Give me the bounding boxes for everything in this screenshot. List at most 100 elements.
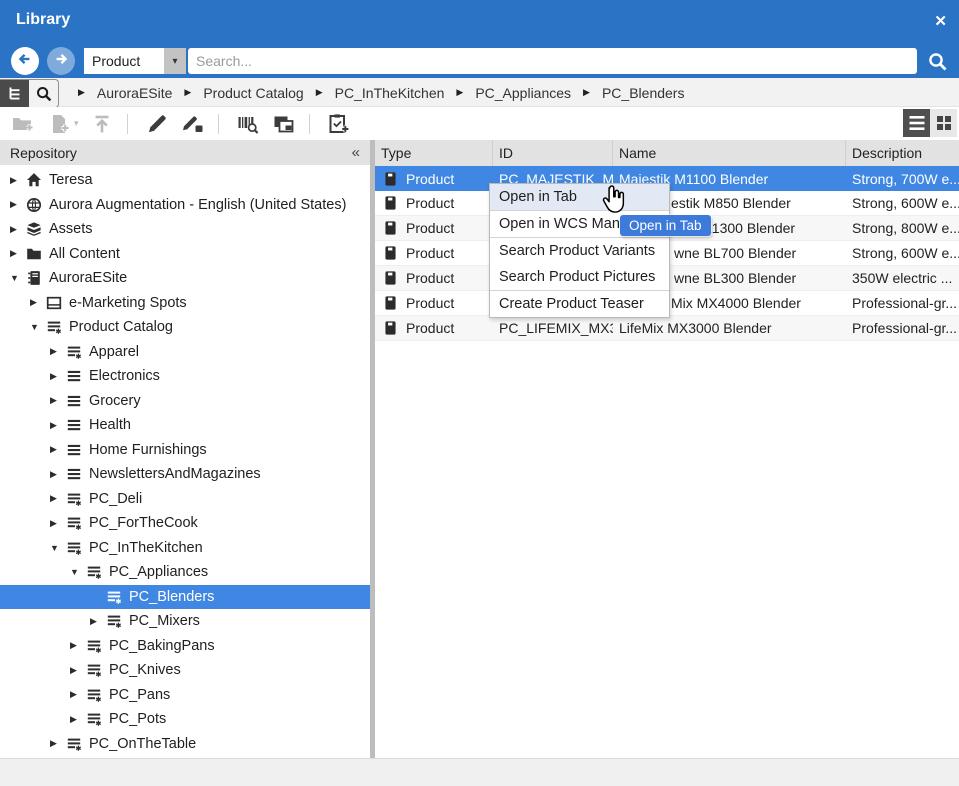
repository-panel-header: Repository « bbox=[0, 140, 370, 165]
expand-arrow-icon[interactable]: ▶ bbox=[50, 444, 66, 455]
expand-arrow-icon[interactable]: ▶ bbox=[50, 371, 66, 382]
edit-icon[interactable] bbox=[144, 112, 170, 136]
search-input[interactable] bbox=[188, 48, 917, 74]
tree-item-product-catalog[interactable]: ▼Product Catalog bbox=[0, 315, 370, 340]
tree-item-home-furnishings[interactable]: ▶Home Furnishings bbox=[0, 438, 370, 463]
expand-arrow-icon[interactable]: ▶ bbox=[10, 175, 26, 186]
tree-item-e-marketing-spots[interactable]: ▶e-Marketing Spots bbox=[0, 291, 370, 316]
expand-arrow-icon[interactable]: ▶ bbox=[10, 224, 26, 235]
catalog-icon bbox=[66, 466, 83, 482]
new-item-icon[interactable] bbox=[46, 112, 72, 136]
breadcrumb-item-product-catalog[interactable]: Product Catalog bbox=[203, 85, 303, 101]
expand-arrow-icon[interactable]: ▶ bbox=[50, 420, 66, 431]
expand-arrow-icon[interactable]: ▶ bbox=[70, 714, 86, 725]
copy-to-clipboard-icon[interactable] bbox=[271, 112, 297, 136]
library-window: Library ✕ Product ▾ ▶AuroraESite▶Product… bbox=[0, 0, 959, 786]
back-button[interactable] bbox=[11, 47, 39, 75]
tree-item-pc-knives[interactable]: ▶PC_Knives bbox=[0, 658, 370, 683]
type-filter-dropdown[interactable]: Product ▾ bbox=[84, 48, 186, 74]
tree-item-electronics[interactable]: ▶Electronics bbox=[0, 364, 370, 389]
breadcrumb-arrow-icon: ▶ bbox=[78, 87, 85, 98]
catalog-icon bbox=[66, 417, 83, 433]
description-cell: Strong, 800W e... bbox=[846, 220, 959, 236]
breadcrumb-item-auroraesite[interactable]: AuroraESite bbox=[97, 85, 172, 101]
tree-item-pc-pans[interactable]: ▶PC_Pans bbox=[0, 683, 370, 708]
close-icon[interactable]: ✕ bbox=[934, 12, 947, 30]
expand-arrow-icon[interactable]: ▶ bbox=[70, 640, 86, 651]
back-arrow-icon bbox=[16, 50, 34, 73]
tree-item-health[interactable]: ▶Health bbox=[0, 413, 370, 438]
expand-arrow-icon[interactable]: ▶ bbox=[50, 738, 66, 749]
tree-item-all-content[interactable]: ▶All Content bbox=[0, 242, 370, 267]
tree-item-pc-deli[interactable]: ▶PC_Deli bbox=[0, 487, 370, 512]
catalog-star-icon bbox=[66, 491, 83, 507]
expand-arrow-icon[interactable]: ▶ bbox=[50, 395, 66, 406]
tree-item-pc-bakingpans[interactable]: ▶PC_BakingPans bbox=[0, 634, 370, 659]
expand-arrow-icon[interactable]: ▶ bbox=[50, 518, 66, 529]
grid-view-button[interactable] bbox=[930, 109, 957, 137]
expand-arrow-icon[interactable]: ▶ bbox=[10, 248, 26, 259]
tree-view-button[interactable] bbox=[0, 80, 29, 107]
description-cell: 350W electric ... bbox=[846, 270, 959, 286]
expand-arrow-icon[interactable]: ▶ bbox=[30, 297, 46, 308]
breadcrumb-arrow-icon: ▶ bbox=[456, 87, 463, 98]
forward-button[interactable] bbox=[47, 47, 75, 75]
tree-item-grocery[interactable]: ▶Grocery bbox=[0, 389, 370, 414]
menu-item-search-product-pictures[interactable]: Search Product Pictures bbox=[490, 264, 669, 290]
tree-item-aurora-augmentation-english-united-states[interactable]: ▶Aurora Augmentation - English (United S… bbox=[0, 193, 370, 218]
expand-arrow-icon[interactable]: ▶ bbox=[50, 346, 66, 357]
tree-item-pc-forthecook[interactable]: ▶PC_ForTheCook bbox=[0, 511, 370, 536]
edit-attributes-icon[interactable] bbox=[180, 112, 206, 136]
expand-arrow-icon[interactable]: ▶ bbox=[50, 469, 66, 480]
collapse-arrow-icon[interactable]: ▼ bbox=[10, 273, 26, 283]
new-item-caret-icon[interactable]: ▾ bbox=[74, 118, 79, 129]
tree-item-teresa[interactable]: ▶Teresa bbox=[0, 168, 370, 193]
expand-arrow-icon[interactable]: ▶ bbox=[90, 616, 106, 627]
table-row-lifemix-mx3000-blender[interactable]: ProductPC_LIFEMIX_MX3...LifeMix MX3000 B… bbox=[375, 316, 959, 341]
breadcrumb-item-pc-blenders[interactable]: PC_Blenders bbox=[602, 85, 685, 101]
new-task-icon[interactable] bbox=[326, 112, 352, 136]
tree-item-pc-appliances[interactable]: ▼PC_Appliances bbox=[0, 560, 370, 585]
catalog-star-icon bbox=[106, 613, 123, 629]
chevron-down-icon[interactable]: ▾ bbox=[164, 48, 186, 74]
breadcrumb-item-pc-appliances[interactable]: PC_Appliances bbox=[475, 85, 571, 101]
context-menu: Open in TabOpen in WCS ManagSearch Produ… bbox=[489, 183, 670, 318]
type-cell: Product bbox=[375, 195, 493, 211]
column-header-name[interactable]: Name bbox=[613, 140, 846, 166]
search-icon[interactable] bbox=[926, 50, 950, 74]
tree-item-newslettersandmagazines[interactable]: ▶NewslettersAndMagazines bbox=[0, 462, 370, 487]
collapse-arrow-icon[interactable]: ▼ bbox=[70, 567, 86, 577]
breadcrumb-item-pc-inthekitchen[interactable]: PC_InTheKitchen bbox=[335, 85, 445, 101]
menu-item-open-in-tab[interactable]: Open in Tab bbox=[490, 184, 669, 210]
new-folder-icon[interactable] bbox=[10, 112, 36, 136]
column-header-type[interactable]: Type bbox=[375, 140, 493, 166]
tree-item-pc-pots[interactable]: ▶PC_Pots bbox=[0, 707, 370, 732]
tree-item-assets[interactable]: ▶Assets bbox=[0, 217, 370, 242]
menu-item-search-product-variants[interactable]: Search Product Variants bbox=[490, 238, 669, 264]
move-up-icon[interactable] bbox=[89, 112, 115, 136]
column-header-id[interactable]: ID bbox=[493, 140, 613, 166]
expand-arrow-icon[interactable]: ▶ bbox=[70, 689, 86, 700]
expand-arrow-icon[interactable]: ▶ bbox=[70, 665, 86, 676]
catalog-star-icon bbox=[86, 662, 103, 678]
menu-item-create-product-teaser[interactable]: Create Product Teaser bbox=[490, 291, 669, 317]
list-view-button[interactable] bbox=[903, 109, 930, 137]
tree-item-pc-onthetable[interactable]: ▶ PC_OnTheTable bbox=[0, 732, 370, 757]
tree-item-pc-blenders[interactable]: PC_Blenders bbox=[0, 585, 370, 610]
tree-item-pc-inthekitchen[interactable]: ▼PC_InTheKitchen bbox=[0, 536, 370, 561]
collapse-arrow-icon[interactable]: ▼ bbox=[30, 322, 46, 332]
find-by-code-icon[interactable] bbox=[235, 112, 261, 136]
product-icon bbox=[383, 295, 398, 311]
expand-arrow-icon[interactable]: ▶ bbox=[50, 493, 66, 504]
tree-item-apparel[interactable]: ▶Apparel bbox=[0, 340, 370, 365]
type-label: Product bbox=[406, 320, 454, 336]
tree-item-pc-mixers[interactable]: ▶PC_Mixers bbox=[0, 609, 370, 634]
expand-arrow-icon[interactable]: ▶ bbox=[10, 199, 26, 210]
column-header-description[interactable]: Description bbox=[846, 140, 959, 166]
tree-item-label: PC_OnTheTable bbox=[89, 736, 196, 752]
collapse-arrow-icon[interactable]: ▼ bbox=[50, 543, 66, 553]
explorer-mode-group bbox=[0, 79, 59, 108]
tree-item-auroraesite[interactable]: ▼AuroraESite bbox=[0, 266, 370, 291]
collapse-panel-icon[interactable]: « bbox=[352, 144, 370, 161]
breadcrumb-search-button[interactable] bbox=[29, 80, 58, 107]
